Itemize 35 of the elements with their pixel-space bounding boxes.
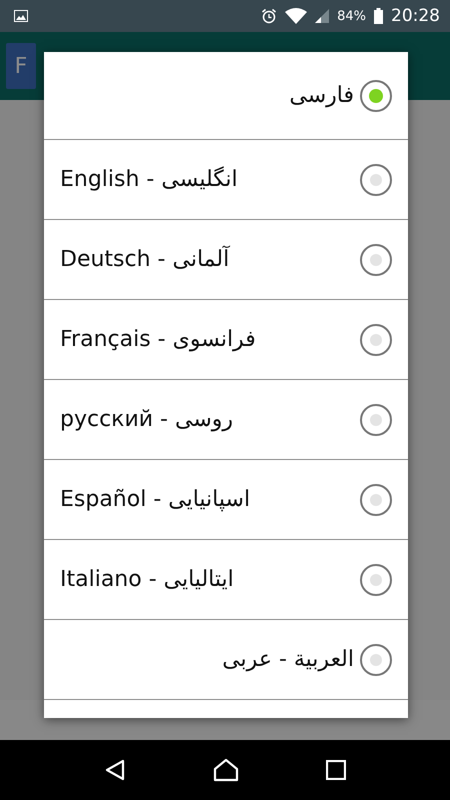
radio-button[interactable] bbox=[360, 80, 392, 112]
radio-button[interactable] bbox=[360, 644, 392, 676]
radio-button[interactable] bbox=[360, 484, 392, 516]
language-label: العربية - عربی bbox=[222, 647, 354, 672]
radio-button[interactable] bbox=[360, 164, 392, 196]
language-label: English - انگلیسی bbox=[60, 167, 238, 192]
signal-icon bbox=[315, 9, 330, 23]
language-label: Français - فرانسوی bbox=[60, 327, 256, 352]
language-option[interactable]: Deutsch - آلمانی bbox=[44, 220, 408, 300]
radio-button[interactable] bbox=[360, 324, 392, 356]
image-icon bbox=[14, 10, 28, 22]
language-option[interactable]: русский - روسی bbox=[44, 380, 408, 460]
back-icon[interactable] bbox=[104, 759, 126, 781]
language-label: Italiano - ایتالیایی bbox=[60, 567, 234, 592]
language-option[interactable]: English - انگلیسی bbox=[44, 140, 408, 220]
wifi-icon bbox=[285, 8, 308, 24]
language-label: русский - روسی bbox=[60, 407, 234, 432]
language-label: Español - اسپانیایی bbox=[60, 487, 250, 512]
app-logo: F bbox=[6, 43, 36, 89]
language-option[interactable]: Español - اسپانیایی bbox=[44, 460, 408, 540]
radio-button[interactable] bbox=[360, 404, 392, 436]
language-label: فارسی bbox=[289, 83, 354, 108]
clock-time: 20:28 bbox=[391, 6, 440, 26]
battery-percent: 84% bbox=[337, 8, 366, 24]
language-option[interactable]: فارسی bbox=[44, 52, 408, 140]
radio-button[interactable] bbox=[360, 564, 392, 596]
recents-icon[interactable] bbox=[326, 760, 346, 780]
language-option[interactable]: العربية - عربی bbox=[44, 620, 408, 700]
language-option[interactable]: Italiano - ایتالیایی bbox=[44, 540, 408, 620]
radio-button[interactable] bbox=[360, 244, 392, 276]
alarm-icon bbox=[261, 8, 278, 24]
language-option[interactable]: Français - فرانسوی bbox=[44, 300, 408, 380]
battery-icon bbox=[374, 8, 383, 24]
language-label: Deutsch - آلمانی bbox=[60, 247, 230, 272]
home-icon[interactable] bbox=[212, 758, 239, 782]
